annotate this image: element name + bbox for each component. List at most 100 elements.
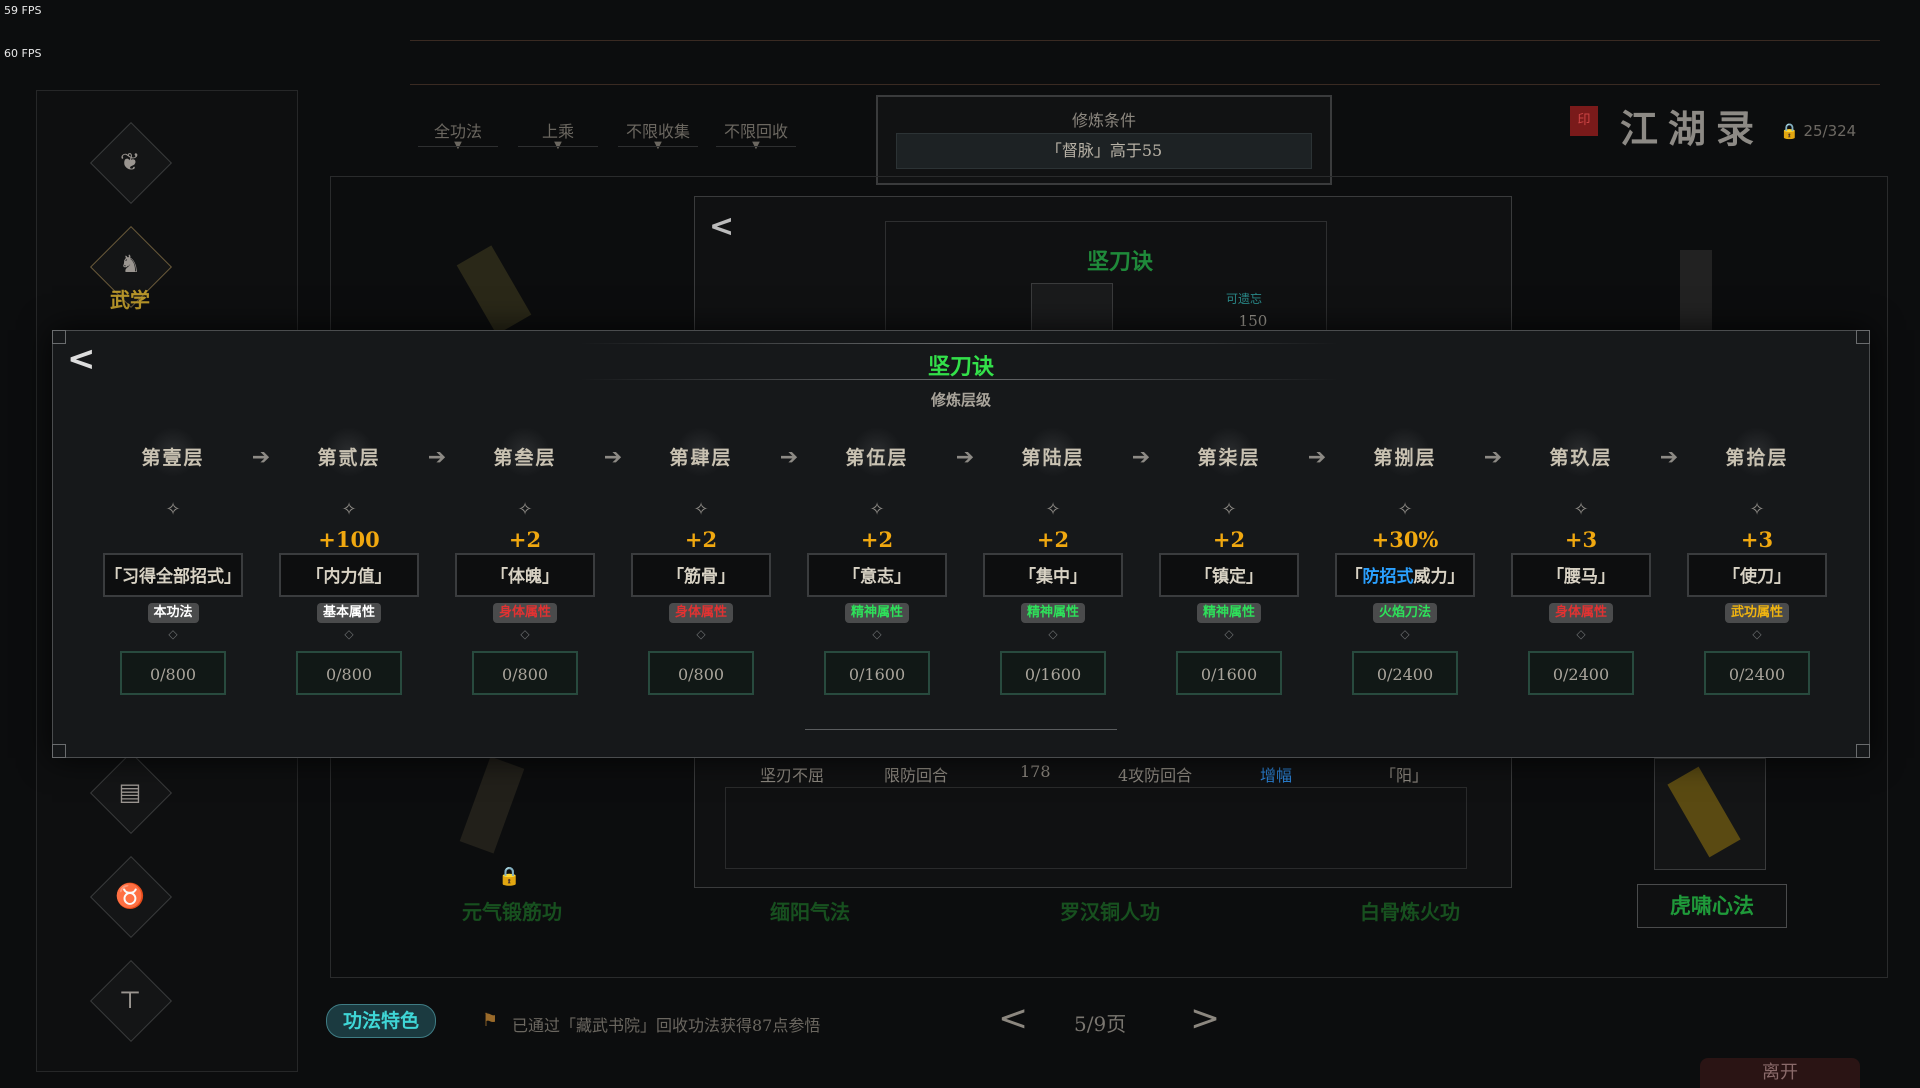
layer-tag: 身体属性	[493, 603, 558, 623]
bg-row-cell: 「阳」	[1380, 766, 1429, 785]
layer-bonus: +2	[1212, 527, 1246, 552]
diamond-icon: ◇	[520, 627, 530, 641]
diamond-icon: ◇	[1048, 627, 1058, 641]
layer-attribute[interactable]: 「体魄」	[455, 553, 595, 597]
top-divider	[410, 84, 1880, 85]
skill-entry[interactable]: 缅阳气法	[770, 896, 850, 925]
layer-name: 第捌层	[1373, 447, 1437, 469]
filter-collect[interactable]: 不限收集 ▼	[618, 118, 698, 151]
star-icon: ✧	[1045, 499, 1061, 520]
layer-bonus: +3	[1740, 527, 1774, 552]
layer-attribute[interactable]: 「镇定」	[1159, 553, 1299, 597]
forget-label: 可遗忘	[1226, 292, 1263, 306]
layer-attribute[interactable]: 「防招式威力」	[1335, 553, 1475, 597]
layer-tag: 火焰刀法	[1373, 603, 1438, 623]
diamond-icon: ◇	[344, 627, 354, 641]
layer-progress: 0/800	[120, 651, 226, 695]
layer-attribute[interactable]: 「集中」	[983, 553, 1123, 597]
bg-skill-name: 坚刀诀	[1086, 249, 1153, 275]
skill-entry-selected[interactable]: 虎啸心法	[1637, 884, 1787, 928]
bg-row-cell: 坚刃不屈	[760, 766, 825, 785]
layer-bonus: +2	[860, 527, 894, 552]
layer-attribute[interactable]: 「使刀」	[1687, 553, 1827, 597]
attr-text: 威力」	[1413, 567, 1465, 587]
layer-attribute[interactable]: 「筋骨」	[631, 553, 771, 597]
book-title: 江湖录	[1620, 106, 1765, 151]
arrow-right-icon: ➔	[955, 445, 975, 470]
star-icon: ✧	[341, 499, 357, 520]
layer-name: 第柒层	[1197, 447, 1261, 469]
condition-title: 修炼条件	[1071, 111, 1136, 130]
banner-icon: ⚑	[481, 1010, 499, 1031]
star-icon: ✧	[869, 499, 885, 520]
lock-icon: 🔒	[498, 866, 521, 887]
star-icon: ✧	[1397, 499, 1413, 520]
filter-all[interactable]: 全功法 ▼	[418, 118, 498, 151]
layer-progress: 0/1600	[824, 651, 930, 695]
star-icon: ✧	[165, 499, 181, 520]
modal-title: 坚刀诀	[927, 354, 994, 380]
skill-entry[interactable]: 白骨炼火功	[1360, 896, 1460, 925]
layer-bonus: +2	[508, 527, 542, 552]
layer-progress: 0/2400	[1704, 651, 1810, 695]
fps-counter: 59 FPS	[4, 4, 42, 17]
count-value: 25/324	[1803, 122, 1857, 140]
scroll-icon	[1680, 250, 1712, 330]
filter-label: 不限收集	[625, 122, 690, 141]
arrow-right-icon: ➔	[1659, 445, 1679, 470]
star-icon: ✧	[1573, 499, 1589, 520]
layer-bonus: +3	[1564, 527, 1598, 552]
layer-progress: 0/2400	[1352, 651, 1458, 695]
arrow-right-icon: ➔	[1483, 445, 1503, 470]
modal-subtitle: 修炼层级	[930, 391, 991, 409]
filter-grade[interactable]: 上乘 ▼	[518, 118, 598, 151]
layer-attribute[interactable]: 「意志」	[807, 553, 947, 597]
condition-value: 「督脉」高于55	[896, 133, 1312, 169]
layer-attribute[interactable]: 「腰马」	[1511, 553, 1651, 597]
beast-icon: ❦	[119, 148, 141, 176]
layer-tag: 精神属性	[845, 603, 910, 623]
layer-name: 第玖层	[1549, 447, 1613, 469]
layer-bonus: +30%	[1371, 527, 1439, 552]
scroll-icon	[1031, 283, 1113, 333]
attr-text-highlight: 防招式	[1362, 567, 1414, 587]
layer-progress: 0/800	[472, 651, 578, 695]
diamond-icon: ◇	[872, 627, 882, 641]
book-icon: ▤	[118, 778, 142, 806]
seal-icon: 印	[1570, 106, 1598, 136]
skill-entry[interactable]: 罗汉铜人功	[1060, 896, 1160, 925]
arrow-right-icon: ➔	[427, 445, 447, 470]
arrow-right-icon: ➔	[1131, 445, 1151, 470]
bg-row-cell: 限防回合	[884, 766, 949, 785]
prev-page-button[interactable]: <	[998, 998, 1028, 1039]
layer-progress: 0/800	[648, 651, 754, 695]
feature-button[interactable]: 功法特色	[326, 1004, 436, 1038]
diamond-icon: ◇	[696, 627, 706, 641]
condition-box: 修炼条件 「督脉」高于55	[876, 95, 1332, 185]
layer-tag: 精神属性	[1197, 603, 1262, 623]
layer-attribute[interactable]: 「习得全部招式」	[103, 553, 243, 597]
layer-progress: 0/800	[296, 651, 402, 695]
diamond-icon: ◇	[168, 627, 178, 641]
layer-tag: 本功法	[147, 603, 199, 623]
star-icon: ✧	[517, 499, 533, 520]
layer-name: 第肆层	[669, 447, 733, 469]
filter-label: 上乘	[541, 122, 574, 141]
page-indicator: 5/9页	[1074, 1012, 1127, 1036]
layer-progress: 0/1600	[1000, 651, 1106, 695]
layer-name: 第贰层	[317, 447, 381, 469]
collection-count: 🔒 25/324	[1780, 122, 1857, 140]
back-arrow-icon[interactable]: <	[709, 209, 734, 244]
layer-tag: 精神属性	[1021, 603, 1086, 623]
attr-text: 「	[1345, 567, 1363, 587]
star-icon: ✧	[1749, 499, 1765, 520]
skill-entry[interactable]: 元气锻筋功	[462, 896, 562, 925]
layer-bonus: +2	[684, 527, 718, 552]
arrow-right-icon: ➔	[251, 445, 271, 470]
leave-button[interactable]: 离开	[1700, 1058, 1860, 1088]
bg-row-cell: 4攻防回合	[1118, 766, 1193, 785]
pet-icon: ♉	[115, 882, 145, 910]
filter-recycle[interactable]: 不限回收 ▼	[716, 118, 796, 151]
next-page-button[interactable]: >	[1190, 998, 1220, 1039]
layer-attribute[interactable]: 「内力值」	[279, 553, 419, 597]
